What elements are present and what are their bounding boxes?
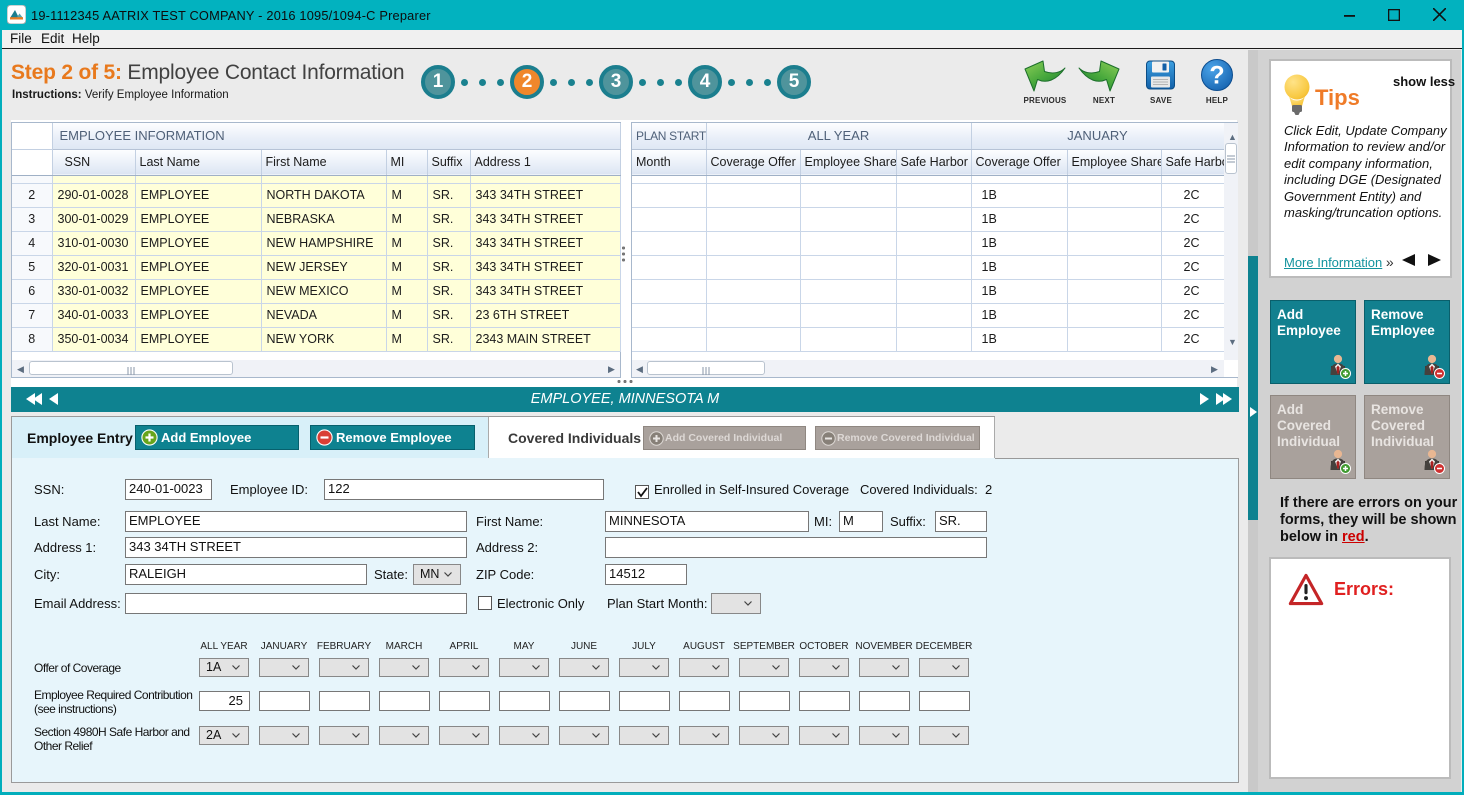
svg-text:?: ?: [1209, 62, 1224, 90]
